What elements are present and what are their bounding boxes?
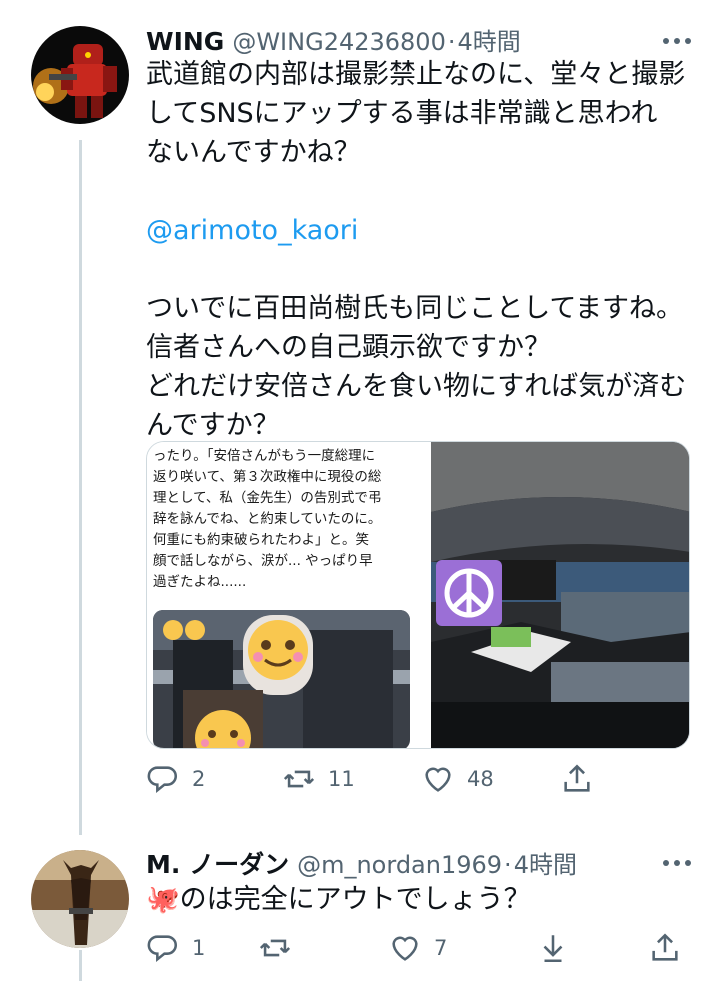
user-handle[interactable]: @WING24236800 xyxy=(232,28,446,56)
like-button[interactable]: 48 xyxy=(421,762,560,796)
separator: · xyxy=(447,28,456,56)
reply-count: 2 xyxy=(192,767,206,791)
tweet-text-line: ないんですかね？ xyxy=(146,137,361,168)
retweet-icon xyxy=(282,762,316,796)
avatar[interactable] xyxy=(31,850,129,948)
reply-button[interactable]: 1 xyxy=(146,931,258,965)
timestamp[interactable]: 4時間 xyxy=(457,22,520,57)
tweet-actions: 2 11 48 xyxy=(146,762,596,796)
media-caption-text: ったり。「安倍さんがもう一度総理に 返り咲いて、第３次政権中に現役の総 理として… xyxy=(153,448,382,590)
tweet-text-line: 信者さんへの自己顕示欲ですか？ xyxy=(146,332,551,363)
more-icon[interactable] xyxy=(663,860,691,866)
tweet-text-line: んですか？ xyxy=(146,410,280,441)
media-image-arena[interactable] xyxy=(431,442,689,748)
tweet-text-line: ついでに百田尚樹氏も同じことしてますね。 xyxy=(146,293,684,324)
share-button[interactable] xyxy=(648,931,682,965)
timestamp[interactable]: 4時間 xyxy=(514,845,577,880)
download-icon xyxy=(536,931,570,965)
share-icon xyxy=(648,931,682,965)
more-icon[interactable] xyxy=(663,38,691,44)
like-button[interactable]: 7 xyxy=(388,931,536,965)
tweet-text-line: どれだけ安倍さんを食い物にすれば気が済む xyxy=(146,371,687,402)
heart-icon xyxy=(388,931,422,965)
media-image-screenshot[interactable]: ったり。「安倍さんがもう一度総理に 返り咲いて、第３次政権中に現役の総 理として… xyxy=(147,442,426,748)
tweet-text-line: 武道館の内部は撮影禁止なのに、堂々と撮影 xyxy=(146,59,686,90)
retweet-button[interactable] xyxy=(258,931,388,965)
tweet-text-line: してSNSにアップする事は非常識と思われ xyxy=(146,98,658,129)
tweet-header: WING @WING24236800 · 4時間 xyxy=(146,22,521,57)
heart-icon xyxy=(421,762,455,796)
separator: · xyxy=(504,851,512,879)
mention-link[interactable]: @arimoto_kaori xyxy=(146,215,358,246)
media-grid[interactable]: ったり。「安倍さんがもう一度総理に 返り咲いて、第３次政権中に現役の総 理として… xyxy=(146,441,690,749)
reply-button[interactable]: 2 xyxy=(146,762,282,796)
display-name[interactable]: WING xyxy=(146,27,224,56)
like-count: 7 xyxy=(434,936,448,960)
retweet-count: 11 xyxy=(328,767,355,791)
like-count: 48 xyxy=(467,767,494,791)
tweet-text: 武道館の内部は撮影禁止なのに、堂々と撮影 してSNSにアップする事は非常識と思わ… xyxy=(146,55,696,445)
retweet-button[interactable]: 11 xyxy=(282,762,421,796)
avatar[interactable] xyxy=(31,26,129,124)
tweet-actions: 1 7 xyxy=(146,931,691,965)
display-name[interactable]: M. ノーダン xyxy=(146,845,289,881)
retweet-icon xyxy=(258,931,292,965)
download-button[interactable] xyxy=(536,931,648,965)
reply-count: 1 xyxy=(192,936,206,960)
tweet-text: 🐙のは完全にアウトでしょう？ xyxy=(146,884,531,915)
embedded-photo xyxy=(153,610,410,748)
tweet-header: M. ノーダン @m_nordan1969 · 4時間 xyxy=(146,845,577,881)
reply-icon xyxy=(146,931,180,965)
tweet[interactable]: M. ノーダン @m_nordan1969 · 4時間 🐙のは完全にアウトでしょ… xyxy=(0,835,717,981)
share-icon xyxy=(560,762,594,796)
tweet[interactable]: WING @WING24236800 · 4時間 武道館の内部は撮影禁止なのに、… xyxy=(0,0,717,835)
share-button[interactable] xyxy=(560,762,594,796)
reply-icon xyxy=(146,762,180,796)
user-handle[interactable]: @m_nordan1969 xyxy=(297,851,502,879)
